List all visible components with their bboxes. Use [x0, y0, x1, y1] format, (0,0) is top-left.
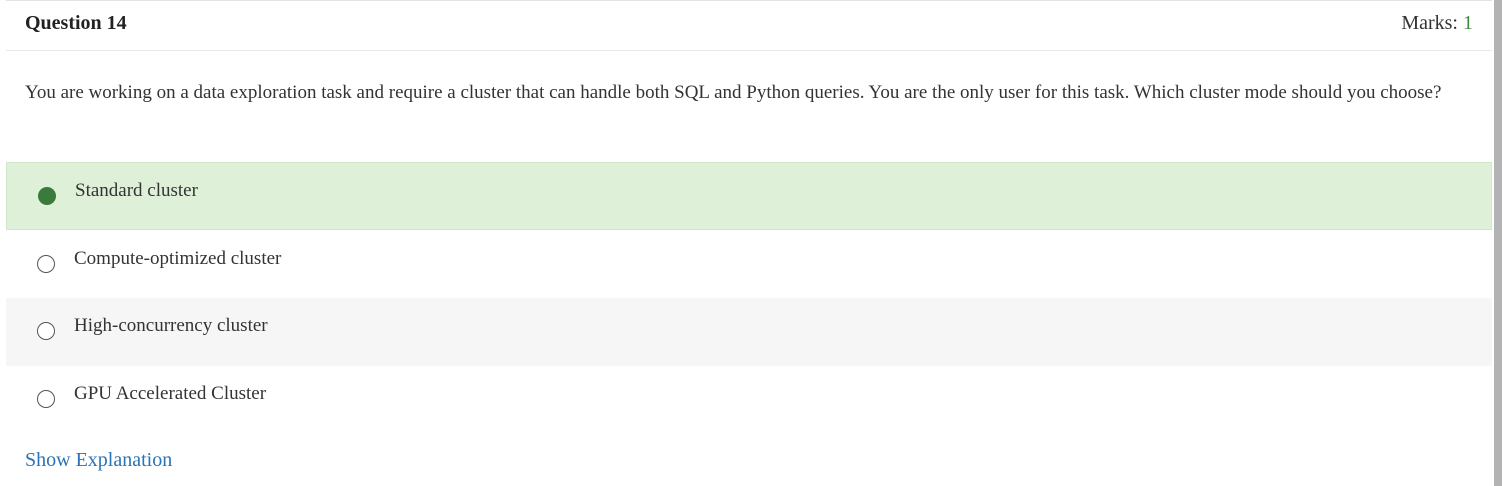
option-standard-cluster[interactable]: Standard cluster [6, 162, 1492, 230]
scrollbar[interactable] [1494, 0, 1502, 486]
option-label: Standard cluster [75, 180, 198, 201]
option-high-concurrency-cluster[interactable]: High-concurrency cluster [6, 298, 1492, 366]
question-header: Question 14 Marks: 1 [6, 1, 1492, 51]
question-page: Question 14 Marks: 1 You are working on … [0, 0, 1502, 486]
radio-empty-icon[interactable] [37, 390, 55, 408]
option-gpu-accelerated-cluster[interactable]: GPU Accelerated Cluster [6, 366, 1492, 434]
question-card: Question 14 Marks: 1 You are working on … [6, 0, 1492, 486]
show-explanation-link[interactable]: Show Explanation [25, 449, 172, 472]
option-label: Compute-optimized cluster [74, 248, 282, 269]
radio-selected-icon[interactable] [38, 187, 56, 205]
question-title: Question 14 [25, 12, 127, 34]
option-compute-optimized-cluster[interactable]: Compute-optimized cluster [6, 230, 1492, 298]
option-label: GPU Accelerated Cluster [74, 383, 267, 404]
marks-label: Marks: [1401, 12, 1458, 34]
marks-indicator: Marks: 1 [1401, 12, 1473, 35]
option-label: High-concurrency cluster [74, 315, 268, 336]
radio-empty-icon[interactable] [37, 255, 55, 273]
marks-value: 1 [1463, 12, 1473, 34]
question-text: You are working on a data exploration ta… [25, 82, 1442, 103]
radio-empty-icon[interactable] [37, 322, 55, 340]
